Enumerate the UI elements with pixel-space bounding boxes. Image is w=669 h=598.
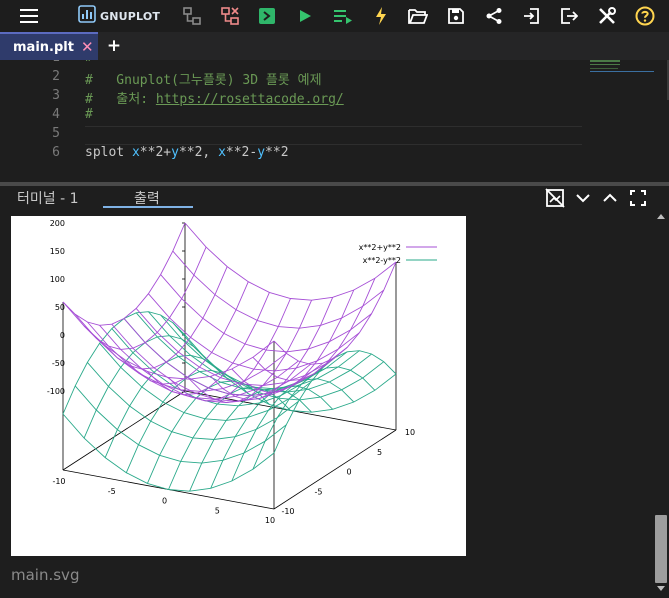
surface-mesh-line xyxy=(184,334,397,413)
y-tick-label: 10 xyxy=(405,428,415,437)
code-comment: # 출처: xyxy=(85,92,156,107)
line-number: 2 xyxy=(52,69,60,84)
surface-mesh-line xyxy=(146,380,270,484)
main-toolbar: GNUPLOT xyxy=(0,0,669,32)
output-panel: 200 150 100 50 0 -50 -100 -10 -5 0 5 10 -10 -5 0 5 10 x**… xyxy=(0,210,653,598)
folder-open-icon[interactable] xyxy=(406,4,430,28)
surface-mesh-line xyxy=(252,366,376,470)
flash-icon[interactable] xyxy=(369,4,393,28)
code-line-6: splot x**2+y**2, x**2-y**2 xyxy=(85,145,289,160)
surface-mesh-line xyxy=(62,301,275,380)
panel-header: 터미널 - 1 출력 xyxy=(0,186,669,210)
plot-base-edge xyxy=(273,429,397,510)
tab-bar: main.plt ✕ + xyxy=(0,32,669,60)
legend-label: x**2-y**2 xyxy=(363,256,401,265)
surface-mesh-line xyxy=(160,274,372,353)
scroll-up-arrow-icon[interactable] xyxy=(657,214,665,219)
line-number: 5 xyxy=(52,126,60,141)
x-tick-label: -5 xyxy=(108,487,116,496)
fullscreen-icon[interactable] xyxy=(628,187,648,209)
line-number: 1 xyxy=(40,60,60,65)
run-icon[interactable] xyxy=(293,4,317,28)
surface-mesh-line xyxy=(172,250,385,329)
z-tick-label: 0 xyxy=(60,331,65,340)
line-number: 6 xyxy=(52,145,60,160)
x-tick-label: -10 xyxy=(52,477,65,486)
tab-output-indicator xyxy=(103,206,193,208)
tab-terminal[interactable]: 터미널 - 1 xyxy=(17,188,79,208)
code-line-4: # xyxy=(85,107,93,122)
z-tick-label: 150 xyxy=(50,247,65,256)
gnuplot-logo-icon xyxy=(78,5,96,27)
code-token: y xyxy=(171,145,179,160)
run-list-icon[interactable] xyxy=(331,4,355,28)
surface-mesh-line xyxy=(273,261,397,365)
line-number: 3 xyxy=(52,88,60,103)
code-token: **2- xyxy=(225,145,258,160)
network-error-icon[interactable] xyxy=(218,4,242,28)
y-tick-label: 5 xyxy=(377,448,382,457)
plot-base-edge xyxy=(62,390,186,471)
output-scrollbar[interactable] xyxy=(653,210,669,598)
x-tick-label: 0 xyxy=(162,497,167,506)
surface-mesh-line xyxy=(104,266,228,370)
code-line-1: # xyxy=(85,60,93,65)
code-token: **2, xyxy=(178,145,219,160)
y-tick-label: -10 xyxy=(281,507,294,516)
x-tick-label: 5 xyxy=(215,506,220,515)
chevron-down-icon[interactable] xyxy=(573,187,593,209)
code-token: splot xyxy=(85,145,132,160)
plot-image: 200 150 100 50 0 -50 -100 -10 -5 0 5 10 -10 -5 0 5 10 x**… xyxy=(11,216,466,556)
line-number: 4 xyxy=(52,107,60,122)
menu-icon[interactable] xyxy=(17,4,41,28)
help-icon[interactable] xyxy=(633,4,657,28)
code-token: y xyxy=(257,145,266,160)
y-tick-label: 0 xyxy=(346,468,351,477)
export-icon[interactable] xyxy=(557,4,581,28)
code-token: x xyxy=(218,145,226,160)
brand[interactable]: GNUPLOT xyxy=(78,5,161,27)
close-icon[interactable]: ✕ xyxy=(81,38,94,56)
tab-label: main.plt xyxy=(13,39,74,55)
surface-plot: 200150100500-50-100-10-50510-10-50510x**… xyxy=(47,219,437,525)
x-tick-label: 10 xyxy=(265,516,275,525)
surface-mesh-line xyxy=(62,222,186,326)
z-tick-label: -50 xyxy=(52,359,65,368)
code-token: **2 xyxy=(265,145,289,160)
chevron-up-icon[interactable] xyxy=(600,187,620,209)
surface-mesh-line xyxy=(83,335,207,439)
clear-output-icon[interactable] xyxy=(544,187,566,209)
z-tick-label: 100 xyxy=(50,275,65,284)
tab-output[interactable]: 출력 xyxy=(134,188,160,208)
minimap[interactable] xyxy=(588,60,669,100)
import-icon[interactable] xyxy=(519,4,543,28)
code-token: **2+ xyxy=(139,145,172,160)
scroll-thumb[interactable] xyxy=(655,515,667,583)
code-line-2: # Gnuplot(그누플롯) 3D 플롯 예제 xyxy=(85,73,322,88)
scroll-down-arrow-icon[interactable] xyxy=(657,586,665,591)
terminal-icon[interactable] xyxy=(255,4,279,28)
surface-mesh-line xyxy=(148,293,360,372)
network-icon[interactable] xyxy=(180,4,204,28)
z-tick-label: 50 xyxy=(55,303,65,312)
code-token: x xyxy=(131,145,140,160)
code-line-3: # 출처: https://rosettacode.org/ xyxy=(85,88,344,107)
current-line-highlight xyxy=(85,126,582,145)
output-filename: main.svg xyxy=(11,566,80,584)
z-tick-label: -100 xyxy=(47,387,65,396)
share-icon[interactable] xyxy=(482,4,506,28)
add-tab-button[interactable]: + xyxy=(106,34,122,58)
code-editor[interactable]: 1 2 3 4 5 6 # # Gnuplot(그누플롯) 3D 플롯 예제 #… xyxy=(0,60,669,182)
tab-main-plt[interactable]: main.plt ✕ xyxy=(0,32,98,60)
source-link[interactable]: https://rosettacode.org/ xyxy=(156,92,344,107)
save-icon[interactable] xyxy=(444,4,468,28)
tools-icon[interactable] xyxy=(595,4,619,28)
y-tick-label: -5 xyxy=(315,487,323,496)
surface-mesh-line xyxy=(168,298,291,402)
z-tick-label: 200 xyxy=(50,219,65,228)
brand-name: GNUPLOT xyxy=(100,9,161,23)
legend-label: x**2+y**2 xyxy=(359,243,401,252)
